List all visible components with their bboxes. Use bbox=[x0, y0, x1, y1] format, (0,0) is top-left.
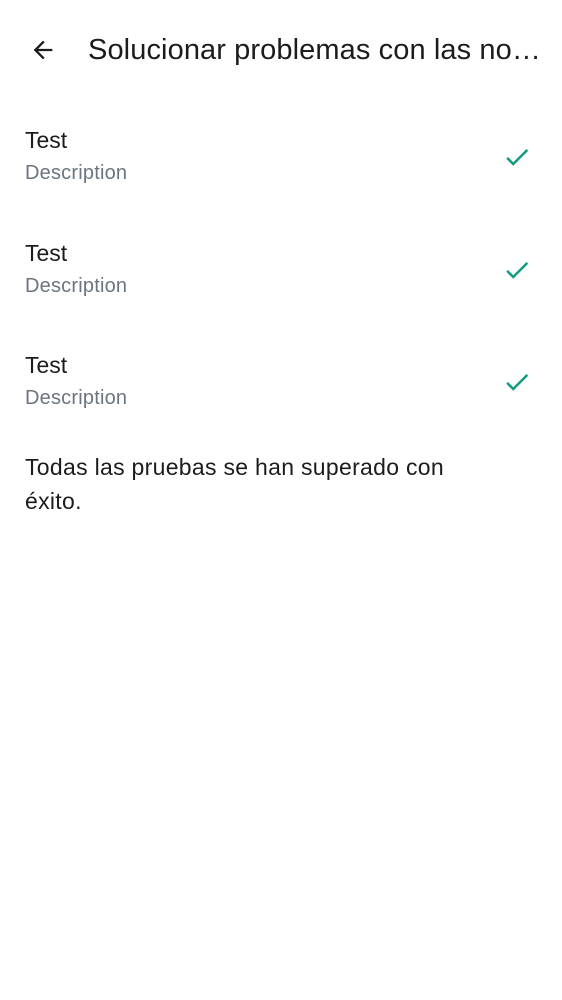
test-title: Test bbox=[25, 127, 68, 153]
test-title: Test bbox=[25, 352, 68, 378]
check-icon bbox=[506, 148, 529, 166]
arrow-left-icon bbox=[33, 40, 53, 60]
result-message: Todas las pruebas se han superado con éx… bbox=[25, 454, 444, 514]
test-item: Test Description bbox=[0, 325, 562, 438]
test-item: Test Description bbox=[0, 213, 562, 326]
check-icon bbox=[506, 373, 529, 391]
test-description: Description bbox=[25, 387, 128, 409]
page-title: Solucionar problemas con las notificacio… bbox=[88, 34, 546, 66]
top-app-bar: Solucionar problemas con las notificacio… bbox=[0, 0, 562, 100]
test-title: Test bbox=[25, 239, 68, 266]
back-button[interactable] bbox=[19, 26, 67, 74]
test-description: Description bbox=[25, 162, 128, 184]
check-icon bbox=[506, 261, 529, 279]
test-description: Description bbox=[25, 274, 128, 297]
test-list: Test Description Test Description Test D… bbox=[0, 100, 562, 438]
test-item: Test Description bbox=[0, 100, 562, 213]
